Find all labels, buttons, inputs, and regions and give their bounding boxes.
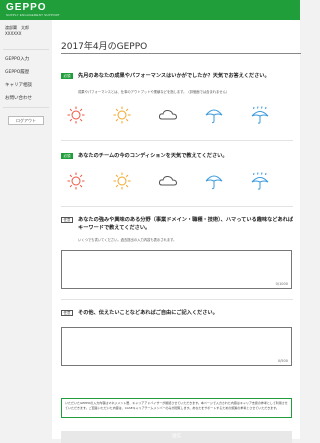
- rainy-umbrella-icon[interactable]: [250, 106, 270, 124]
- sidebar-item-career[interactable]: キャリア相談: [5, 82, 32, 88]
- main-panel: 2017年4月のGEPPO 必須 先月のあなたの成果やパフォーマンスはいかがでし…: [52, 20, 301, 443]
- question-2-text: あなたのチームの今のコンディションを天気で教えてください。: [78, 153, 228, 159]
- umbrella-icon[interactable]: [204, 106, 224, 124]
- question-3-note: いくつでも書いてください。過去提出の入力内容も表示されます。: [78, 238, 177, 242]
- logo-subtitle: SUPPLY ENGAGEMENT SUPPORT: [6, 13, 60, 17]
- user-info: 渡部翼 太郎 XXXXXX: [5, 25, 29, 37]
- umbrella-icon[interactable]: [204, 172, 224, 190]
- divider: [3, 107, 49, 108]
- question-1-text: 先月のあなたの成果やパフォーマンスはいかがでしたか？天気でお答えください。: [78, 73, 270, 79]
- question-4-text: その他、伝えたいことなどあればご自由にご記入ください。: [78, 310, 218, 316]
- strengths-textarea[interactable]: 0/1000: [61, 250, 292, 289]
- submit-button[interactable]: 送信: [61, 431, 292, 443]
- partly-sunny-icon[interactable]: [112, 172, 132, 190]
- cloudy-icon[interactable]: [158, 106, 178, 124]
- sidebar: 渡部翼 太郎 XXXXXX GEPPO入力 GEPPO履歴 キャリア相談 お問い…: [0, 20, 52, 439]
- divider: [3, 49, 49, 50]
- section-divider: [61, 140, 293, 141]
- char-counter: 0/500: [277, 359, 288, 363]
- page-title: 2017年4月のGEPPO: [61, 42, 148, 52]
- privacy-notice: いただいたGEPPOの入力内容はマネジメント層、キャリアアドバイザーが確認させて…: [61, 398, 292, 418]
- section-divider: [61, 206, 293, 207]
- sidebar-item-geppo-input[interactable]: GEPPO入力: [5, 56, 29, 62]
- comments-textarea[interactable]: 0/500: [61, 327, 292, 366]
- section-divider: [61, 299, 293, 300]
- logout-button[interactable]: ログアウト: [8, 116, 44, 125]
- char-counter: 0/1000: [275, 282, 288, 286]
- partly-sunny-icon[interactable]: [112, 106, 132, 124]
- app-header: GEPPO SUPPLY ENGAGEMENT SUPPORT: [0, 0, 300, 20]
- rainy-umbrella-icon[interactable]: [250, 172, 270, 190]
- sunny-icon[interactable]: [66, 106, 86, 124]
- title-underline: [61, 53, 301, 54]
- geppo-logo[interactable]: GEPPO: [6, 2, 47, 13]
- optional-badge: 任意: [61, 310, 73, 316]
- question-3-text: あなたの強みや興味のある分野（事業ドメイン・職種・技術）、ハマっている趣味などあ…: [78, 217, 294, 231]
- question-1-note: 成果やパフォーマンスとは、仕事のアウトプットや業績などを指します。（評価面では含…: [78, 90, 230, 94]
- sidebar-item-geppo-history[interactable]: GEPPO履歴: [5, 69, 29, 75]
- user-id: XXXXXX: [5, 31, 22, 36]
- required-badge: 必須: [61, 73, 73, 79]
- sidebar-item-contact[interactable]: お問い合わせ: [5, 95, 32, 101]
- required-badge: 必須: [61, 153, 73, 159]
- optional-badge: 任意: [61, 217, 73, 223]
- sunny-icon[interactable]: [66, 172, 86, 190]
- cloudy-icon[interactable]: [158, 172, 178, 190]
